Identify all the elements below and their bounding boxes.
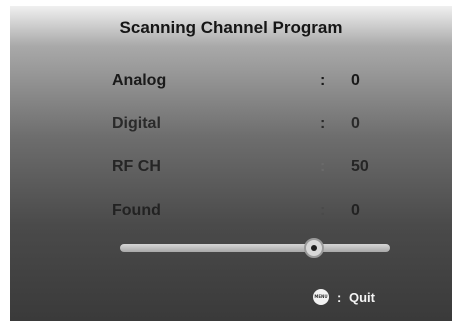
found-separator: : <box>320 202 326 219</box>
analog-label: Analog <box>112 72 167 89</box>
found-value: 0 <box>351 202 360 219</box>
found-label: Found <box>112 202 161 219</box>
scan-progress-knob <box>304 238 325 258</box>
rf-channel-row: RF CH : 50 <box>112 158 412 182</box>
scan-progress-track <box>120 238 390 258</box>
digital-value: 0 <box>351 115 360 132</box>
analog-value: 0 <box>351 72 360 89</box>
analog-separator: : <box>320 72 326 89</box>
rf-channel-label: RF CH <box>112 158 161 175</box>
digital-row: Digital : 0 <box>112 115 412 139</box>
quit-separator: : <box>337 290 342 305</box>
found-row: Found : 0 <box>112 202 412 226</box>
quit-label: Quit <box>349 290 375 305</box>
digital-separator: : <box>320 115 326 132</box>
rf-channel-separator: : <box>320 158 326 175</box>
dialog-title: Scanning Channel Program <box>119 18 343 37</box>
rf-channel-value: 50 <box>351 158 369 175</box>
analog-row: Analog : 0 <box>112 72 412 96</box>
menu-button-icon: MENU <box>313 289 329 305</box>
scan-dialog: Scanning Channel Program Analog : 0 Digi… <box>10 6 452 321</box>
digital-label: Digital <box>112 115 161 132</box>
